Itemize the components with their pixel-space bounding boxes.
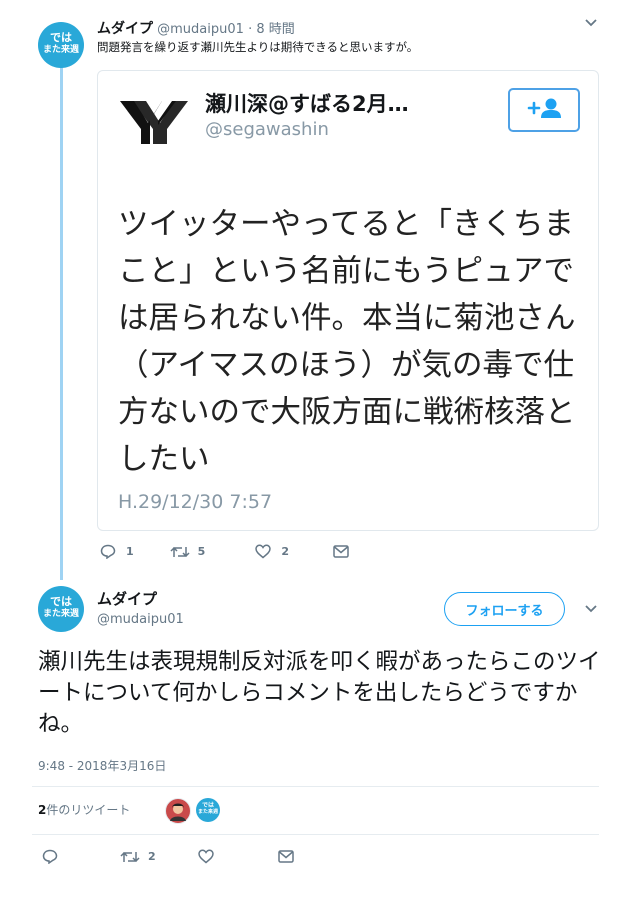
divider [32, 834, 599, 835]
avatar[interactable]: では また来週 [38, 586, 84, 632]
retweet-stat-label: 件のリツイート [46, 803, 131, 817]
heart-icon [197, 849, 214, 864]
retweet-button[interactable]: 5 [170, 545, 206, 559]
retweet-count: 2 [148, 850, 156, 863]
retweet-stats[interactable]: 2件のリツイート [38, 801, 130, 818]
quoted-tweet-card[interactable]: 瀬川深@すばる2月… @segawashin ツイッターやってると「きくちまこと… [97, 70, 599, 531]
retweet-button[interactable]: 2 [120, 850, 156, 864]
tweet-actions: 1 5 2 [100, 544, 349, 559]
avatar[interactable]: では また来週 [38, 22, 84, 68]
follow-button[interactable]: フォローする [444, 592, 565, 626]
retweet-icon [120, 850, 140, 864]
quoted-author-handle[interactable]: @segawashin [205, 119, 329, 140]
quoted-tweet-text: ツイッターやってると「きくちまこと」という名前にもうピュアでは居られない件。本当… [118, 207, 576, 477]
tweet-time[interactable]: · 8 時間 [248, 22, 295, 37]
quoted-author-name[interactable]: 瀬川深@すばる2月… [205, 88, 409, 118]
quoted-tweet-date[interactable]: H.29/12/30 7:57 [118, 491, 272, 513]
like-count: 2 [281, 545, 289, 558]
reply-icon [42, 849, 58, 864]
reply-button[interactable]: 1 [100, 544, 134, 559]
retweet-count: 5 [197, 545, 206, 558]
reply-icon [100, 544, 116, 559]
retweeter-avatar[interactable]: では また来週 [196, 798, 220, 822]
tweet-header: ムダイプ @mudaipu01 · 8 時間 [97, 18, 295, 38]
reply-button[interactable] [42, 849, 58, 864]
mail-icon [333, 545, 349, 558]
message-button[interactable] [333, 545, 349, 558]
tweet-timestamp[interactable]: 9:48 - 2018年3月16日 [38, 757, 166, 774]
logo-icon [118, 97, 190, 147]
message-button[interactable] [277, 850, 294, 863]
follow-icon-button[interactable] [508, 88, 580, 132]
author-handle[interactable]: @mudaipu01 [97, 612, 184, 627]
retweet-icon [170, 545, 190, 559]
author-handle[interactable]: @mudaipu01 [157, 22, 244, 37]
thread-line [60, 58, 63, 580]
mail-icon [277, 850, 294, 863]
add-user-icon [526, 97, 562, 123]
heart-icon [255, 544, 272, 559]
chevron-down-icon[interactable] [584, 602, 598, 620]
author-name[interactable]: ムダイプ [97, 21, 153, 37]
tweet-text: 問題発言を繰り返す瀬川先生よりは期待できると思いますが。 [97, 40, 419, 54]
tweet-actions: 2 [42, 849, 294, 864]
tweet-text: 瀬川先生は表現規制反対派を叩く暇があったらこのツイートについて何かしらコメントを… [38, 649, 601, 737]
chevron-down-icon[interactable] [584, 16, 598, 34]
retweeter-avatar[interactable] [165, 798, 191, 824]
divider [32, 786, 599, 787]
reply-count: 1 [126, 545, 134, 558]
like-button[interactable]: 2 [255, 544, 289, 559]
like-button[interactable] [197, 849, 214, 864]
author-name[interactable]: ムダイプ [97, 588, 157, 609]
